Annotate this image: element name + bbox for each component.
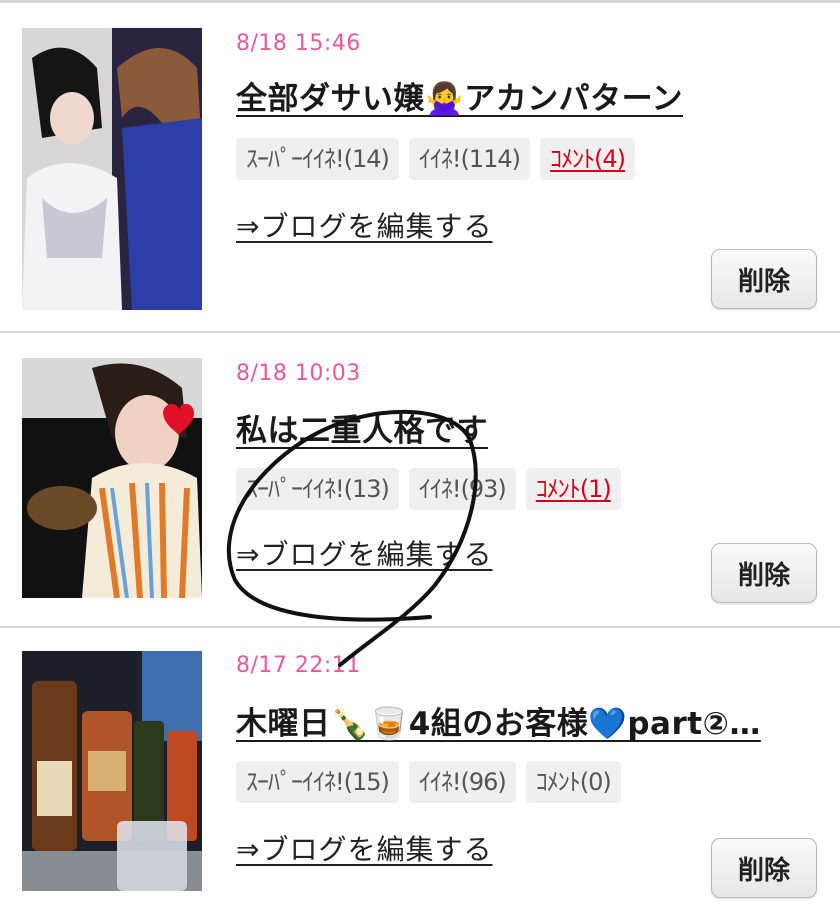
entry-title[interactable]: 木曜日🍾🥃4組のお客様💙part②…	[236, 698, 761, 743]
entry-badges: ｽｰﾊﾟｰｲｲﾈ!(14) ｲｲﾈ!(114) ｺﾒﾝﾄ(4)	[236, 138, 636, 180]
like-badge[interactable]: ｲｲﾈ!(114)	[408, 138, 531, 180]
entry-thumbnail[interactable]	[22, 358, 202, 598]
entry-title[interactable]: 全部ダサい嬢🙅‍♀️アカンパターン	[236, 73, 683, 118]
like-badge[interactable]: ｲｲﾈ!(96)	[408, 761, 516, 803]
comment-badge[interactable]: ｺﾒﾝﾄ(4)	[540, 138, 636, 180]
delete-button[interactable]: 削除	[711, 249, 817, 309]
entry-badges: ｽｰﾊﾟｰｲｲﾈ!(15) ｲｲﾈ!(96) ｺﾒﾝﾄ(0)	[236, 761, 621, 803]
delete-button[interactable]: 削除	[711, 838, 817, 898]
blog-entry: 8/18 15:46 全部ダサい嬢🙅‍♀️アカンパターン ｽｰﾊﾟｰｲｲﾈ!(1…	[0, 3, 840, 331]
edit-blog-link[interactable]: ⇒ブログを編集する	[236, 533, 492, 573]
entry-badges: ｽｰﾊﾟｰｲｲﾈ!(13) ｲｲﾈ!(93) ｺﾒﾝﾄ(1)	[236, 468, 621, 510]
blog-entry: 8/17 22:11 木曜日🍾🥃4組のお客様💙part②… ｽｰﾊﾟｰｲｲﾈ!(…	[0, 628, 840, 919]
entry-thumbnail[interactable]	[22, 28, 202, 310]
entry-date: 8/18 10:03	[236, 361, 361, 386]
super-like-badge[interactable]: ｽｰﾊﾟｰｲｲﾈ!(13)	[236, 468, 399, 510]
like-badge[interactable]: ｲｲﾈ!(93)	[408, 468, 516, 510]
blog-entry: 8/18 10:03 私は二重人格です ｽｰﾊﾟｰｲｲﾈ!(13) ｲｲﾈ!(9…	[0, 333, 840, 626]
edit-blog-link[interactable]: ⇒ブログを編集する	[236, 828, 492, 868]
comment-badge[interactable]: ｺﾒﾝﾄ(0)	[525, 761, 621, 803]
delete-button[interactable]: 削除	[711, 543, 817, 603]
comment-badge[interactable]: ｺﾒﾝﾄ(1)	[525, 468, 621, 510]
entry-thumbnail[interactable]	[22, 651, 202, 891]
super-like-badge[interactable]: ｽｰﾊﾟｰｲｲﾈ!(14)	[236, 138, 399, 180]
entry-date: 8/18 15:46	[236, 31, 361, 56]
super-like-badge[interactable]: ｽｰﾊﾟｰｲｲﾈ!(15)	[236, 761, 399, 803]
edit-blog-link[interactable]: ⇒ブログを編集する	[236, 205, 492, 245]
entry-date: 8/17 22:11	[236, 653, 361, 678]
entry-title[interactable]: 私は二重人格です	[236, 405, 488, 450]
